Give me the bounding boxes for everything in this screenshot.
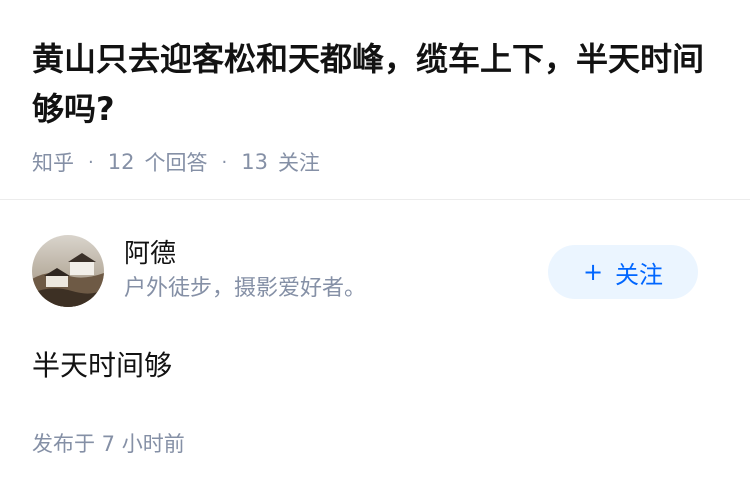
- author-bio: 户外徒步，摄影爱好者。: [124, 276, 367, 301]
- question-header: 黄山只去迎客松和天都峰，缆车上下，半天时间够吗? 知乎 · 12 个回答 · 1…: [0, 0, 750, 200]
- follow-button-label: 关注: [615, 260, 664, 289]
- answer-count-label[interactable]: 个回答: [144, 147, 207, 177]
- answer-content[interactable]: 半天时间够: [32, 346, 718, 386]
- author-info: 阿德 户外徒步，摄影爱好者。: [124, 237, 366, 305]
- source-label[interactable]: 知乎: [32, 147, 74, 177]
- question-meta: 知乎 · 12 个回答 · 13 关注: [32, 148, 718, 176]
- avatar[interactable]: [32, 235, 104, 307]
- plus-icon: +: [582, 258, 604, 286]
- follow-count: 13: [241, 150, 268, 174]
- follow-count-label: 关注: [277, 151, 320, 175]
- avatar-image: [32, 235, 104, 307]
- meta-separator: ·: [221, 151, 228, 173]
- answer-count: 12: [107, 150, 135, 174]
- answer-card: 阿德 户外徒步，摄影爱好者。 + 关注 半天时间够 发布于 7 小时前: [0, 200, 750, 458]
- author-name[interactable]: 阿德: [124, 237, 366, 271]
- meta-separator: ·: [88, 151, 94, 173]
- follow-button[interactable]: + 关注: [548, 245, 698, 299]
- publish-time: 发布于 7 小时前: [32, 432, 185, 456]
- question-title[interactable]: 黄山只去迎客松和天都峰，缆车上下，半天时间够吗?: [32, 34, 722, 134]
